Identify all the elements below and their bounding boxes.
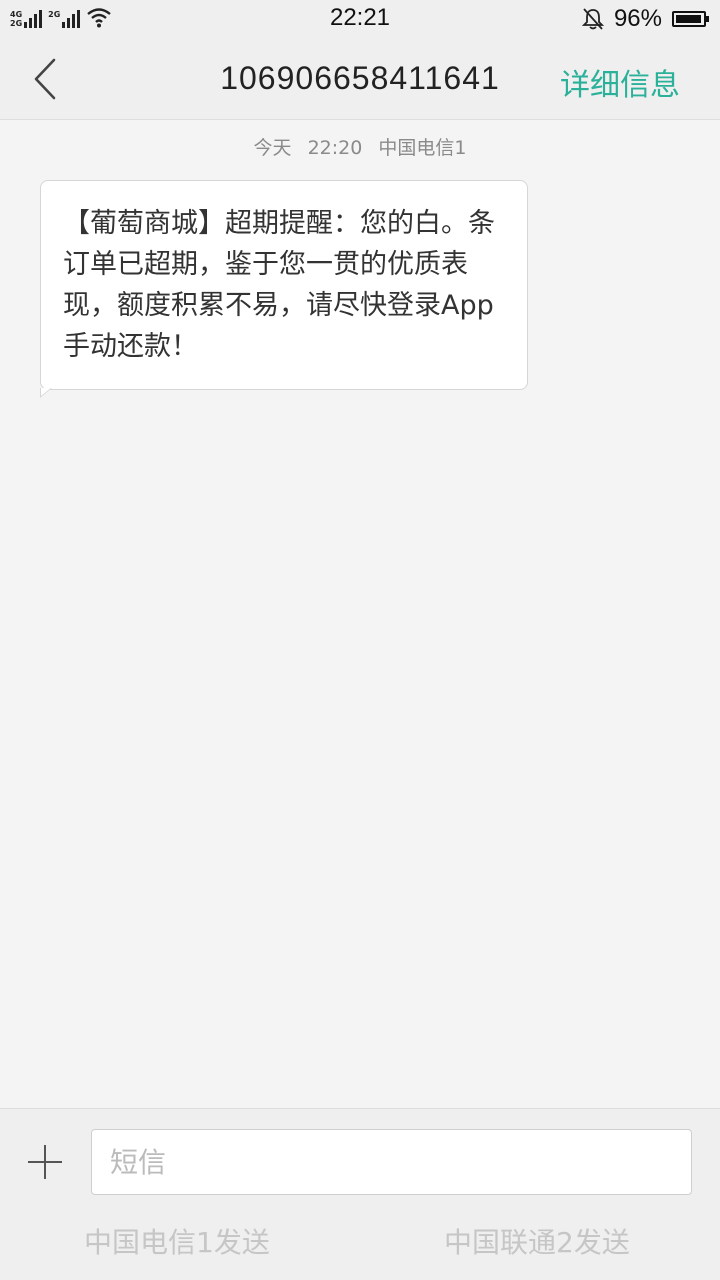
conversation-header: 106906658411641 详细信息 [0,38,720,120]
message-time: 22:20 [307,137,363,159]
bell-muted-icon [581,8,604,30]
send-sim2-button[interactable]: 中国联通2发送 [444,1221,630,1261]
send-row: 中国电信1发送 中国联通2发送 [0,1221,720,1267]
message-sim: 中国电信1 [378,137,467,159]
sms-input[interactable] [91,1129,692,1195]
sms-conversation-screen: 4G 2G 2G 22:21 96% 106906658411641 详细信息 … [0,0,720,1280]
plus-icon [28,1145,62,1179]
status-bar: 4G 2G 2G 22:21 96% [0,0,720,38]
message-text: 【葡萄商城】超期提醒：您的白。条订单已超期，鉴于您一贯的优质表现，额度积累不易，… [63,208,495,362]
composer: 中国电信1发送 中国联通2发送 [0,1108,720,1280]
battery-fill [676,15,701,23]
message-timestamp: 今天 22:20 中国电信1 [0,133,720,160]
status-right: 96% [581,5,709,33]
battery-icon [672,11,709,27]
details-button[interactable]: 详细信息 [560,60,680,104]
attach-button[interactable] [26,1143,64,1181]
message-bubble[interactable]: 【葡萄商城】超期提醒：您的白。条订单已超期，鉴于您一贯的优质表现，额度积累不易，… [40,180,528,398]
battery-percent: 96% [613,5,662,32]
message-day: 今天 [253,137,292,159]
send-sim1-button[interactable]: 中国电信1发送 [84,1221,270,1261]
